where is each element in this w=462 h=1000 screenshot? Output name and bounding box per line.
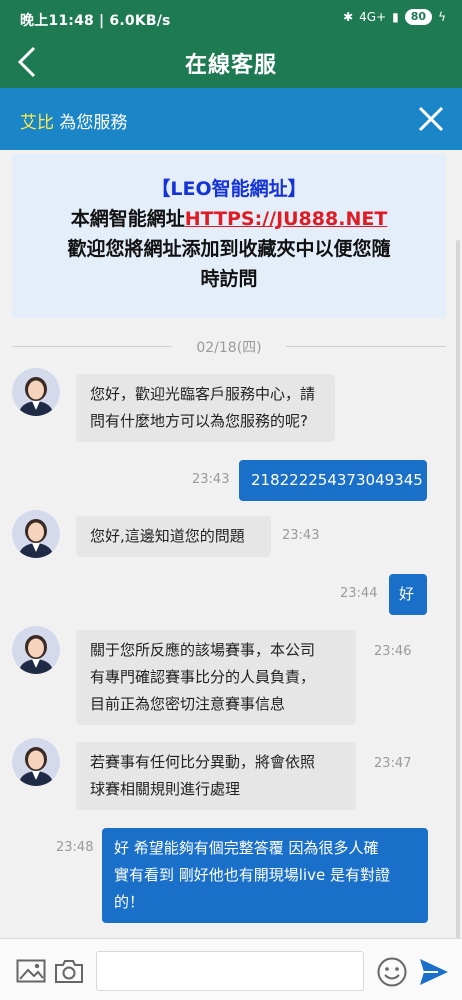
agent-avatar (12, 510, 60, 558)
close-icon[interactable] (414, 102, 448, 136)
agent-avatar (12, 738, 60, 786)
agent-avatar-icon (18, 635, 54, 674)
agent-avatar (12, 368, 60, 416)
agent-avatar (12, 626, 60, 674)
message-line: 您好,這邊知道您的問題 (90, 527, 245, 545)
message-time: 23:46 (374, 644, 412, 659)
agent-bar: 艾比 為您服務 (0, 88, 462, 150)
message-line: 您好，歡迎光臨客戶服務中心，請 (90, 385, 316, 403)
message-line: 關于您所反應的該場賽事，本公司 (90, 641, 316, 659)
message-bubble-incoming: 關于您所反應的該場賽事，本公司 有專門確認賽事比分的人員負責， 目前正為您密切注… (76, 630, 356, 725)
notice-brand: 【LEO智能網址】 (151, 178, 307, 200)
message-bubble-outgoing: 好 (389, 574, 427, 615)
bluetooth-icon: ✱ (343, 10, 354, 24)
notice-line3: 歡迎您將網址添加到收藏夾中以便您隨 (67, 238, 391, 260)
message-time: 23:44 (340, 586, 378, 601)
message-bubble-incoming: 您好，歡迎光臨客戶服務中心，請 問有什麼地方可以為您服務的呢? (76, 374, 335, 442)
message-line: 218222254373049345 (251, 471, 423, 489)
message-bubble-incoming: 若賽事有任何比分異動，將會依照 球賽相關規則進行處理 (76, 742, 356, 810)
notice-url-link[interactable]: HTTPS://JU888.NET (185, 208, 388, 230)
battery-badge: 80 (404, 9, 433, 25)
message-bubble-outgoing: 218222254373049345 (239, 460, 427, 501)
signal-icon: ▮ (392, 10, 399, 24)
message-line: 實有看到 剛好他也有開現場live 是有對證 (114, 866, 390, 884)
divider (286, 346, 446, 347)
message-line: 球賽相關規則進行處理 (90, 780, 241, 798)
message-line: 問有什麼地方可以為您服務的呢? (90, 412, 308, 430)
date-label: 02/18(四) (196, 340, 262, 356)
message-line: 好 希望能夠有個完整答覆 因為很多人確 (114, 839, 379, 857)
agent-suffix: 為您服務 (54, 113, 128, 133)
message-bubble-outgoing: 好 希望能夠有個完整答覆 因為很多人確 實有看到 剛好他也有開現場live 是有… (102, 828, 428, 923)
message-line: 好 (399, 585, 415, 603)
agent-status: 艾比 為您服務 (20, 108, 127, 133)
notice-url-prefix: 本網智能網址 (70, 208, 185, 230)
charging-icon: ϟ (438, 10, 446, 24)
agent-avatar-icon (18, 519, 54, 558)
app-header: 在線客服 (0, 36, 462, 88)
send-icon[interactable] (418, 957, 450, 987)
message-line: 有專門確認賽事比分的人員負責， (90, 668, 316, 686)
message-line: 目前正為您密切注意賽事信息 (90, 695, 286, 713)
scrollbar[interactable] (456, 240, 460, 938)
emoji-icon[interactable] (376, 956, 408, 988)
camera-icon[interactable] (54, 958, 84, 984)
input-bar (0, 938, 462, 1000)
status-time-speed: 晚上11:48 | 6.0KB/s (20, 13, 171, 29)
notice-banner: 【LEO智能網址】 本網智能網址HTTPS://JU888.NET 歡迎您將網址… (12, 154, 446, 318)
agent-avatar-icon (18, 747, 54, 786)
page-title: 在線客服 (184, 53, 277, 78)
status-bar: 晚上11:48 | 6.0KB/s ✱ 4G+ ▮ 80 ϟ (0, 0, 462, 36)
message-bubble-incoming: 您好,這邊知道您的問題 (76, 516, 271, 557)
date-separator: 02/18(四) (12, 336, 446, 356)
message-time: 23:43 (192, 472, 230, 487)
status-icons: ✱ 4G+ ▮ 80 ϟ (343, 9, 446, 25)
agent-name: 艾比 (20, 113, 54, 133)
network-label: 4G+ (359, 10, 387, 24)
message-time: 23:48 (56, 840, 94, 855)
notice-line4: 時訪問 (200, 268, 258, 290)
message-time: 23:43 (282, 528, 320, 543)
message-time: 23:47 (374, 756, 412, 771)
message-line: 的！ (114, 893, 145, 911)
message-line: 若賽事有任何比分異動，將會依照 (90, 753, 316, 771)
image-icon[interactable] (16, 959, 46, 983)
chat-area[interactable]: 【LEO智能網址】 本網智能網址HTTPS://JU888.NET 歡迎您將網址… (0, 150, 462, 938)
agent-avatar-icon (18, 377, 54, 416)
message-input[interactable] (96, 951, 364, 991)
notice-url-line: 本網智能網址HTTPS://JU888.NET (12, 204, 446, 234)
